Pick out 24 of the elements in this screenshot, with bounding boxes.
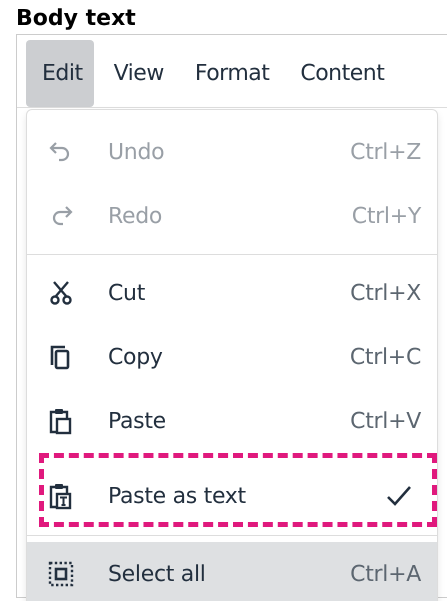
menu-button[interactable]: Format — [178, 40, 280, 107]
shortcut-text: Ctrl+Z — [350, 140, 421, 164]
menu-button[interactable]: View — [98, 40, 175, 107]
shortcut-text: Ctrl+Y — [352, 204, 421, 228]
menu-button[interactable]: Edit — [26, 40, 94, 107]
item-label: Undo — [108, 140, 166, 164]
menu-item[interactable]: Copy Ctrl+C — [27, 325, 437, 389]
item-label: Select all — [108, 562, 207, 586]
item-label: Paste as text — [108, 484, 247, 508]
field-label: Body text — [16, 5, 137, 33]
menu-button[interactable]: Content — [284, 40, 396, 107]
menu-item[interactable]: Select all Ctrl+A — [27, 542, 437, 601]
item-label: Paste — [108, 408, 167, 434]
item-label: Copy — [108, 344, 164, 370]
item-label: Redo — [108, 204, 164, 228]
menu-item[interactable]: Paste Ctrl+V — [27, 389, 437, 453]
shortcut-text: Ctrl+X — [350, 280, 421, 306]
menu-item[interactable]: Paste as text — [27, 453, 437, 529]
item-label: Cut — [108, 280, 146, 306]
shortcut-text: Ctrl+C — [350, 344, 421, 370]
select-all-icon — [47, 560, 75, 588]
shortcut-text: Ctrl+A — [350, 562, 421, 586]
shortcut-text: Ctrl+V — [350, 408, 421, 434]
menu-item[interactable]: Cut Ctrl+X — [27, 261, 437, 325]
